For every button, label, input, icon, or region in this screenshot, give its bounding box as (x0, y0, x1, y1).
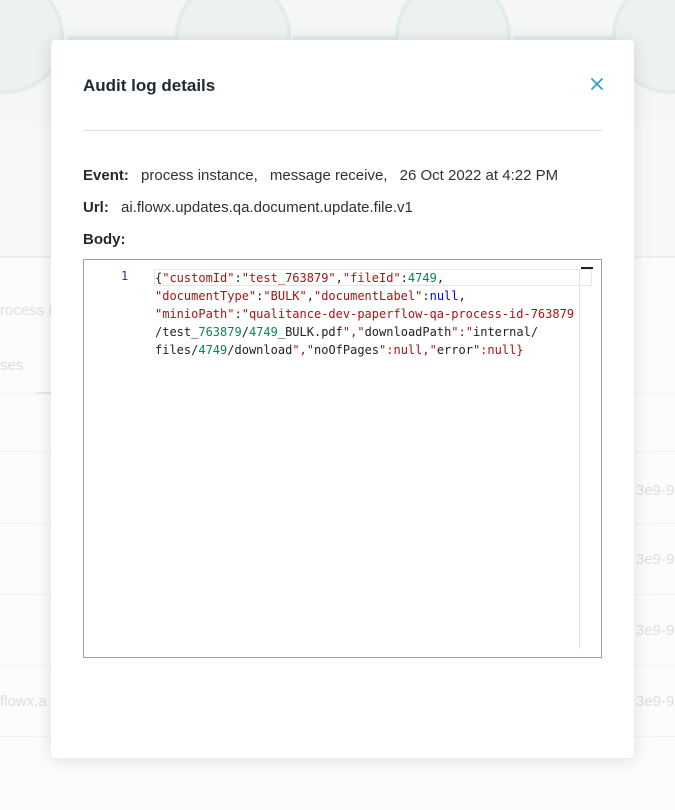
json-punctuation: : (422, 289, 430, 303)
event-timestamp: 26 Oct 2022 at 4:22 PM (399, 167, 559, 184)
json-string: ":null} (472, 343, 524, 357)
json-key: "minioPath" (155, 307, 235, 321)
modal-title: Audit log details (83, 76, 216, 95)
json-string: "," (342, 325, 365, 339)
json-punctuation: : (234, 271, 242, 285)
code-line: /test_763879/4749_BULK.pdf","downloadPat… (155, 323, 585, 341)
json-punctuation: loadPath (393, 325, 452, 339)
json-punctuation: , (436, 271, 445, 285)
json-key: "documentType" (155, 289, 257, 303)
body-code-editor[interactable]: 1 {"customId":"test_763879","fileId":474… (83, 259, 602, 658)
json-punctuation: , (335, 271, 343, 285)
json-punctuation: dow (364, 325, 387, 339)
json-punctuation: n (386, 325, 394, 339)
json-string: ":null," (379, 343, 437, 357)
json-punctuation: : (400, 271, 408, 285)
json-punctuation: , (306, 289, 314, 303)
json-number: 4749 (198, 343, 228, 357)
event-action: message receive, (269, 167, 388, 184)
json-key: "customId" (162, 271, 235, 285)
event-label: Event: (83, 167, 129, 184)
body-row: Body: (83, 231, 134, 248)
json-number: 763879 (198, 325, 242, 339)
json-null: null (429, 289, 459, 303)
json-code[interactable]: {"customId":"test_763879","fileId":4749,… (155, 269, 585, 359)
code-line: {"customId":"test_763879","fileId":4749, (155, 269, 585, 287)
event-row: Event: process instance, message receive… (83, 167, 558, 184)
close-icon (591, 78, 603, 90)
url-label: Url: (83, 199, 109, 216)
json-number: 4749 (248, 325, 278, 339)
json-punctuation: files/ (155, 343, 199, 357)
audit-log-modal: Audit log details Event: process instanc… (51, 40, 634, 758)
json-key: "fileId" (342, 271, 401, 285)
close-button[interactable] (588, 75, 606, 93)
event-type: process instance, (141, 167, 258, 184)
json-punctuation: _BULK.pdf (277, 325, 343, 339)
url-value: ai.flowx.updates.qa.document.update.file… (121, 199, 413, 216)
json-punctuation: : (234, 307, 242, 321)
line-number: 1 (121, 269, 129, 283)
url-row: Url: ai.flowx.updates.qa.document.update… (83, 199, 413, 216)
json-punctuation: oOfPages (321, 343, 380, 357)
header-divider (83, 130, 602, 131)
json-punctuation: , (458, 289, 466, 303)
json-string: ":" (451, 325, 473, 339)
json-punctuation: ter (487, 325, 510, 339)
json-punctuation: /dow (227, 343, 257, 357)
json-punctuation: al/ (516, 325, 539, 339)
json-key: "documentLabel" (313, 289, 423, 303)
body-label: Body: (83, 231, 126, 248)
json-string: "test_763879" (241, 271, 336, 285)
json-string: "BULK" (263, 289, 307, 303)
json-number: 4749 (407, 271, 437, 285)
json-string: "," (292, 343, 314, 357)
json-punctuation: / (241, 325, 249, 339)
json-string: "qualitance-dev-paperflow-qa-process-id-… (241, 307, 575, 321)
code-line: "minioPath":"qualitance-dev-paperflow-qa… (155, 305, 585, 323)
json-punctuation: error (436, 343, 473, 357)
json-punctuation: /test_ (155, 325, 199, 339)
code-line: "documentType":"BULK","documentLabel":nu… (155, 287, 585, 305)
code-line: files/4749/download","noOfPages":null,"e… (155, 341, 585, 359)
json-punctuation: load (263, 343, 293, 357)
